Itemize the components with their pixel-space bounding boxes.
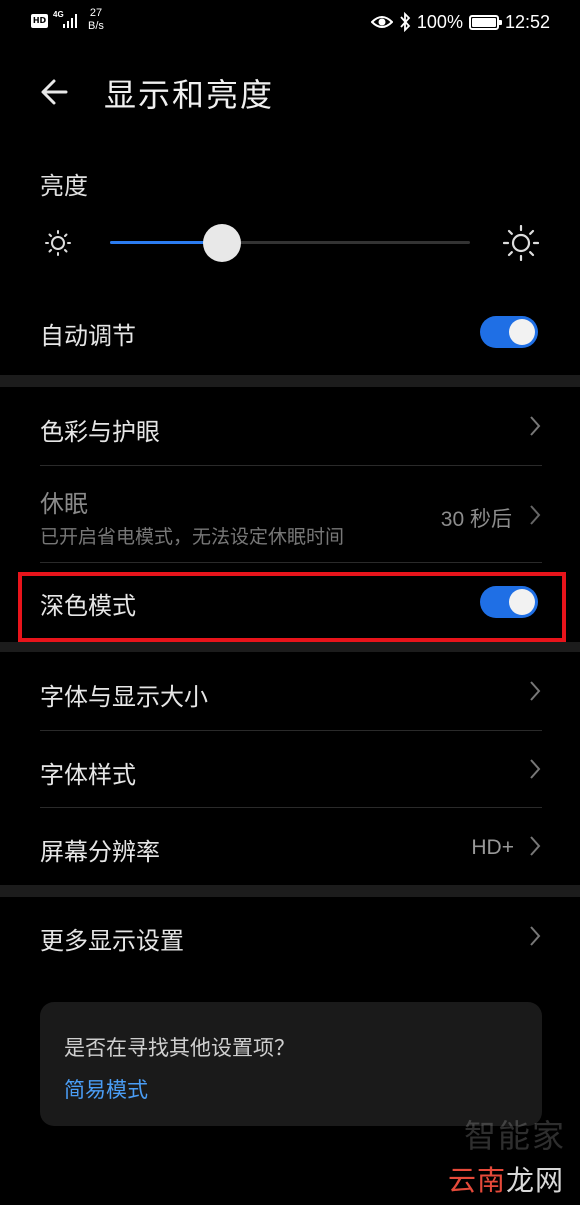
arrow-left-icon[interactable] bbox=[36, 72, 76, 112]
color-eye-row[interactable]: 色彩与护眼 bbox=[40, 392, 542, 464]
sleep-value: 30 秒后 bbox=[440, 508, 512, 531]
font-style-label: 字体样式 bbox=[40, 761, 136, 789]
font-size-row[interactable]: 字体与显示大小 bbox=[40, 656, 542, 730]
eye-comfort-icon bbox=[370, 16, 393, 28]
clock: 12:52 bbox=[504, 11, 550, 32]
suggestion-question: 是否在寻找其他设置项？ bbox=[64, 1036, 295, 1060]
resolution-label: 屏幕分辨率 bbox=[40, 838, 160, 866]
color-eye-label: 色彩与护眼 bbox=[40, 418, 160, 446]
bluetooth-icon bbox=[400, 12, 411, 32]
speed-value: 27 bbox=[89, 7, 103, 19]
highlight-box bbox=[18, 572, 566, 642]
page-title: 显示和亮度 bbox=[104, 76, 275, 114]
brightness-slider[interactable] bbox=[110, 224, 470, 262]
slider-thumb[interactable] bbox=[202, 224, 241, 262]
section-divider bbox=[0, 375, 580, 387]
chevron-right-icon bbox=[530, 681, 541, 701]
brightness-low-icon bbox=[45, 230, 71, 256]
suggestion-card: 是否在寻找其他设置项？ 简易模式 bbox=[40, 1002, 542, 1126]
watermark-top: 智能家 bbox=[463, 1117, 566, 1155]
simple-mode-link[interactable]: 简易模式 bbox=[64, 1074, 148, 1104]
watermark: 智能家 云南龙网 bbox=[432, 1111, 572, 1201]
network-speed: 27 B/s bbox=[88, 7, 104, 33]
brightness-label: 亮度 bbox=[40, 172, 88, 200]
resolution-row[interactable]: 屏幕分辨率 HD+ bbox=[40, 808, 542, 884]
font-style-row[interactable]: 字体样式 bbox=[40, 731, 542, 807]
watermark-bottom: 云南龙网 bbox=[448, 1159, 564, 1199]
divider bbox=[40, 562, 542, 563]
battery-percent: 100% bbox=[416, 11, 463, 32]
auto-adjust-label: 自动调节 bbox=[40, 322, 136, 350]
sleep-subtitle: 已开启省电模式，无法设定休眠时间 bbox=[40, 526, 345, 548]
chevron-right-icon bbox=[530, 759, 541, 779]
watermark-white: 龙网 bbox=[505, 1164, 564, 1197]
signal-icon bbox=[63, 14, 77, 28]
more-settings-row[interactable]: 更多显示设置 bbox=[40, 900, 542, 974]
chevron-right-icon bbox=[530, 505, 541, 525]
hd-badge: HD bbox=[31, 14, 48, 28]
status-bar: HD 4G 27 B/s 100% 12:52 bbox=[0, 0, 580, 44]
speed-unit: B/s bbox=[88, 20, 104, 32]
chevron-right-icon bbox=[530, 836, 541, 856]
chevron-right-icon bbox=[530, 416, 541, 436]
chevron-right-icon bbox=[530, 926, 541, 946]
battery-icon bbox=[468, 14, 502, 30]
auto-adjust-row[interactable]: 自动调节 bbox=[40, 300, 542, 364]
watermark-red: 云南 bbox=[447, 1164, 506, 1197]
resolution-value: HD+ bbox=[471, 836, 514, 859]
more-settings-label: 更多显示设置 bbox=[40, 927, 184, 955]
auto-adjust-toggle[interactable] bbox=[480, 316, 538, 348]
sleep-label: 休眠 bbox=[40, 490, 88, 518]
brightness-high-icon bbox=[503, 225, 539, 261]
header: 显示和亮度 bbox=[0, 60, 580, 124]
section-divider bbox=[0, 642, 580, 652]
font-size-label: 字体与显示大小 bbox=[40, 683, 208, 711]
sleep-row: 休眠 已开启省电模式，无法设定休眠时间 30 秒后 bbox=[40, 466, 542, 562]
section-divider bbox=[0, 885, 580, 897]
